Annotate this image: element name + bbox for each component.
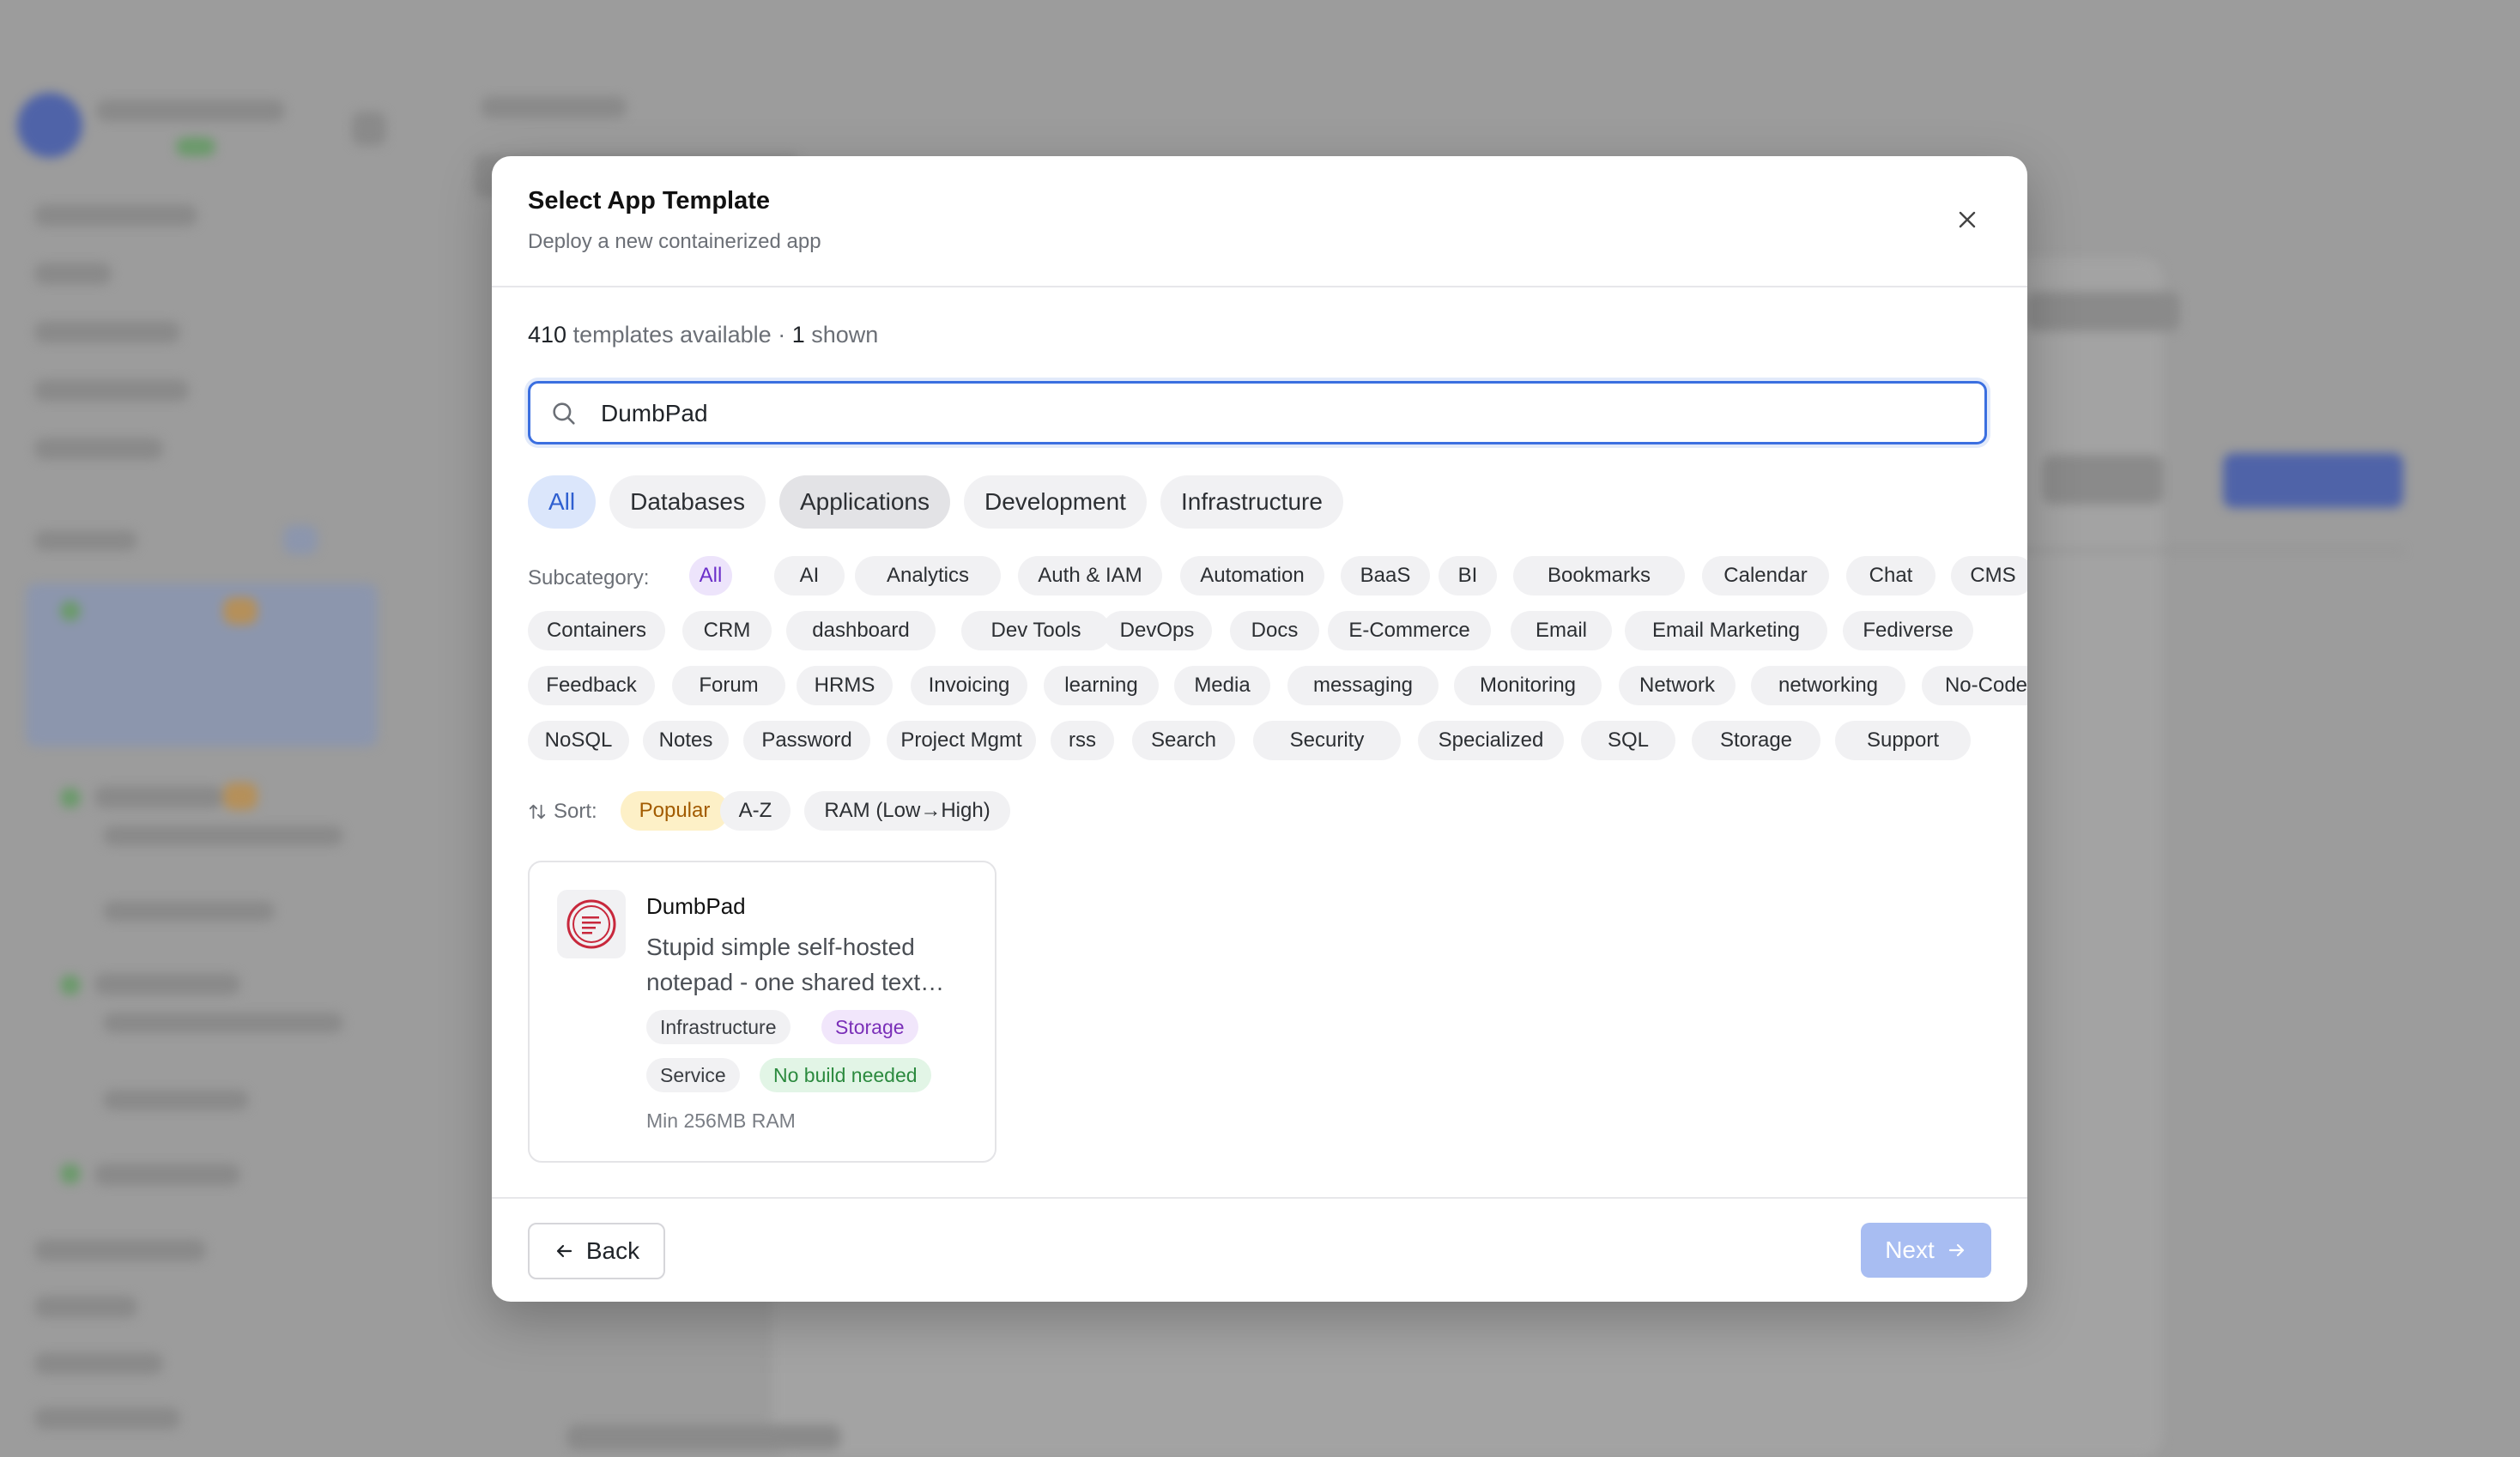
subcategory-chip[interactable]: Docs <box>1230 611 1319 650</box>
close-icon <box>1959 211 1976 228</box>
subcategory-chip[interactable]: Forum <box>672 666 785 705</box>
subcategory-chip[interactable]: Specialized <box>1418 721 1564 760</box>
search-icon <box>553 402 575 425</box>
back-button[interactable]: Back <box>528 1223 665 1279</box>
subcategory-chip[interactable]: Storage <box>1692 721 1820 760</box>
subcategory-chip[interactable]: DevOps <box>1102 611 1212 650</box>
background-sidebar <box>0 0 403 1457</box>
count-total-suffix: templates available · <box>566 322 792 348</box>
subcategory-chip[interactable]: No-Code <box>1922 666 2027 705</box>
subcategory-chip[interactable]: Automation <box>1180 556 1324 595</box>
subcategory-label: Subcategory: <box>528 566 650 589</box>
subcategory-chip[interactable]: messaging <box>1287 666 1439 705</box>
app-description: Stupid simple self-hosted notepad - one … <box>646 934 945 995</box>
subcategory-chip[interactable]: CRM <box>682 611 772 650</box>
modal-footer: Back Next <box>492 1197 2027 1302</box>
count-total: 410 <box>528 322 567 348</box>
arrow-right-icon <box>1948 1243 1964 1257</box>
template-count: 410 templates available · 1 shown <box>528 322 878 348</box>
subcategory-chip[interactable]: Support <box>1835 721 1971 760</box>
subcategory-chip[interactable]: BI <box>1439 556 1497 595</box>
subcategory-chip[interactable]: BaaS <box>1341 556 1430 595</box>
category-tabs: All Databases Applications Development Infra… <box>528 475 1343 529</box>
subcategory-chip[interactable]: Chat <box>1846 556 1935 595</box>
subcategory-chip[interactable]: AI <box>774 556 845 595</box>
tag-build: No build needed <box>760 1058 931 1092</box>
tab-applications[interactable]: Applications <box>779 475 950 529</box>
subcategory-chip[interactable]: networking <box>1751 666 1905 705</box>
subcategory-chip[interactable]: Password <box>743 721 870 760</box>
arrow-left-icon <box>556 1244 572 1258</box>
subcategory-chip[interactable]: NoSQL <box>528 721 629 760</box>
close-button[interactable] <box>1950 203 1984 237</box>
subcategory-chip[interactable]: learning <box>1044 666 1159 705</box>
subcategory-chip[interactable]: HRMS <box>797 666 893 705</box>
sort-label: Sort: <box>528 800 597 824</box>
app-ram: Min 256MB RAM <box>646 1109 796 1132</box>
tab-all[interactable]: All <box>528 475 597 529</box>
count-shown: 1 <box>791 322 805 348</box>
subcategory-chip[interactable]: E-Commerce <box>1328 611 1491 650</box>
tab-databases[interactable]: Databases <box>609 475 766 529</box>
sort-arrows-icon <box>529 804 546 819</box>
subcategory-chip[interactable]: Containers <box>528 611 665 650</box>
subcategory-chip[interactable]: SQL <box>1581 721 1675 760</box>
subcategory-chip[interactable]: CMS <box>1951 556 2027 595</box>
sort-option[interactable]: A-Z <box>720 791 791 831</box>
app-name: DumbPad <box>646 893 746 919</box>
subcategory-chip[interactable]: All <box>689 556 732 595</box>
subcategory-chip[interactable]: Calendar <box>1702 556 1829 595</box>
subcategory-chip[interactable]: Email Marketing <box>1625 611 1827 650</box>
subcategory-chip[interactable]: Notes <box>643 721 729 760</box>
template-card[interactable]: DumbPad Stupid simple self-hosted notepa… <box>528 861 996 1163</box>
subcategory-chip[interactable]: Auth & IAM <box>1018 556 1162 595</box>
subcategory-chip[interactable]: Bookmarks <box>1513 556 1685 595</box>
subcategory-chip[interactable]: Analytics <box>855 556 1001 595</box>
notepad-icon <box>566 899 616 949</box>
subcategory-chip[interactable]: Project Mgmt <box>887 721 1036 760</box>
subcategory-chip[interactable]: Email <box>1511 611 1612 650</box>
subcategory-chip[interactable]: Search <box>1132 721 1235 760</box>
tag-type: Service <box>646 1058 740 1092</box>
subcategory-chip[interactable]: dashboard <box>786 611 936 650</box>
subcategory-chip[interactable]: Feedback <box>528 666 655 705</box>
modal-subtitle: Deploy a new containerized app <box>528 230 821 253</box>
subcategory-chip[interactable]: Monitoring <box>1454 666 1602 705</box>
modal-title: Select App Template <box>528 187 771 215</box>
sort-label-text: Sort: <box>554 800 597 823</box>
modal-header: Select App Template Deploy a new contain… <box>492 156 2027 287</box>
subcategory-chip[interactable]: Security <box>1253 721 1401 760</box>
app-logo <box>557 890 626 958</box>
sort-bar: Sort: Popular A-Z RAM (Low→High) <box>528 791 1300 832</box>
subcategory-chip[interactable]: rss <box>1051 721 1114 760</box>
next-label: Next <box>1885 1236 1935 1263</box>
subcategory-chip[interactable]: Fediverse <box>1843 611 1973 650</box>
subcategory-chip[interactable]: Media <box>1174 666 1270 705</box>
tab-infrastructure[interactable]: Infrastructure <box>1160 475 1343 529</box>
tag-category: Infrastructure <box>646 1010 791 1044</box>
subcategory-chip[interactable]: Dev Tools <box>961 611 1111 650</box>
sort-option[interactable]: Popular <box>621 791 729 831</box>
next-button[interactable]: Next <box>1861 1223 1991 1278</box>
subcategory-chip[interactable]: Network <box>1619 666 1736 705</box>
tag-subcategory: Storage <box>821 1010 918 1044</box>
back-label: Back <box>585 1237 640 1264</box>
sort-option[interactable]: RAM (Low→High) <box>804 791 1010 831</box>
select-app-template-modal: Select App Template Deploy a new contain… <box>492 156 2027 1302</box>
subcategory-chip[interactable]: Invoicing <box>911 666 1027 705</box>
search-box[interactable] <box>528 381 1987 444</box>
count-shown-suffix: shown <box>804 322 879 348</box>
search-input[interactable] <box>599 384 1959 444</box>
tab-development[interactable]: Development <box>963 475 1147 529</box>
